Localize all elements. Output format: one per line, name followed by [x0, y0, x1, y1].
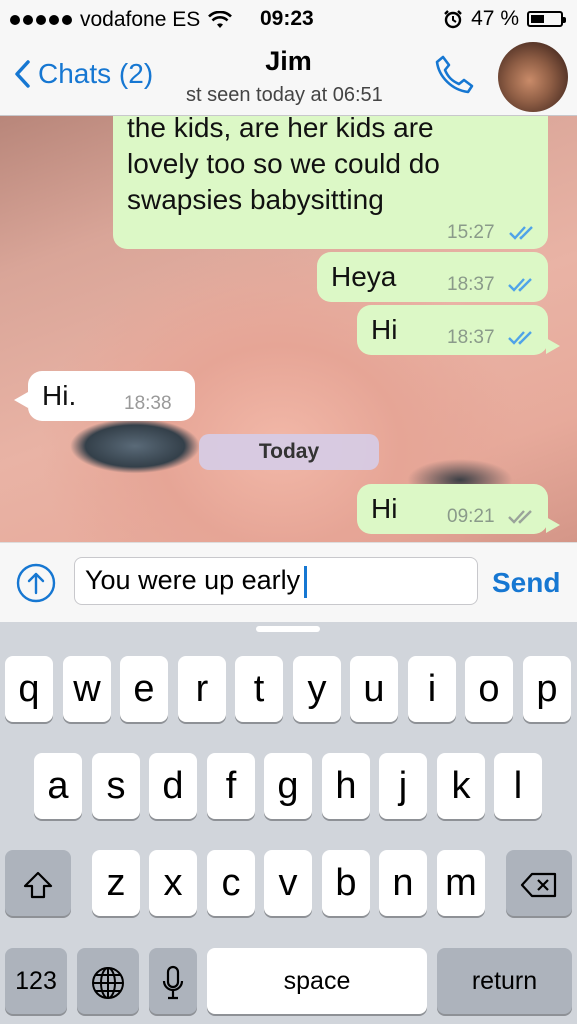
message-text-line: the kids, are her kids are — [127, 116, 434, 143]
message-time: 18:38 — [124, 393, 172, 414]
message-bubble-outgoing[interactable]: the kids, are her kids are lovely too so… — [113, 116, 548, 249]
key-l[interactable]: l — [494, 753, 542, 819]
key-z[interactable]: z — [92, 850, 140, 916]
battery-icon — [527, 11, 566, 27]
key-t[interactable]: t — [235, 656, 283, 722]
globe-key[interactable] — [77, 948, 139, 1014]
message-text: Hi — [371, 493, 398, 524]
day-separator: Today — [199, 434, 379, 470]
message-text-line: swapsies babysitting — [127, 184, 384, 215]
signal-strength-icon — [10, 15, 72, 25]
message-time: 18:37 — [447, 327, 495, 348]
read-receipt-icon — [508, 278, 532, 292]
delete-key[interactable] — [506, 850, 572, 916]
key-j[interactable]: j — [379, 753, 427, 819]
key-c[interactable]: c — [207, 850, 255, 916]
message-bubble-incoming[interactable]: Hi. 18:38 — [28, 371, 195, 421]
bubble-tail — [546, 517, 560, 533]
keyboard: q w e r t y u i o p a s d f g h j k l z … — [0, 622, 577, 1024]
key-x[interactable]: x — [149, 850, 197, 916]
message-input[interactable]: You were up early — [74, 557, 478, 605]
key-f[interactable]: f — [207, 753, 255, 819]
message-time: 15:27 — [447, 222, 495, 243]
message-time: 09:21 — [447, 506, 495, 527]
message-text: Hi — [371, 314, 398, 345]
chat-header: Chats (2) Jim st seen today at 06:51 — [0, 36, 577, 116]
send-button[interactable]: Send — [492, 567, 560, 599]
numbers-key[interactable]: 123 — [5, 948, 67, 1014]
read-receipt-icon — [509, 226, 533, 240]
key-b[interactable]: b — [322, 850, 370, 916]
key-k[interactable]: k — [437, 753, 485, 819]
contact-name[interactable]: Jim — [0, 46, 577, 77]
globe-icon — [92, 966, 124, 999]
key-g[interactable]: g — [264, 753, 312, 819]
keyboard-drag-handle[interactable] — [256, 626, 320, 632]
message-input-value: You were up early — [85, 565, 301, 595]
key-q[interactable]: q — [5, 656, 53, 722]
key-a[interactable]: a — [34, 753, 82, 819]
microphone-icon — [162, 965, 184, 1000]
read-receipt-icon — [508, 331, 532, 345]
key-u[interactable]: u — [350, 656, 398, 722]
carrier-name: vodafone ES — [80, 8, 201, 31]
key-i[interactable]: i — [408, 656, 456, 722]
status-bar: vodafone ES 09:23 47 % — [0, 0, 577, 36]
delivered-receipt-icon — [508, 510, 532, 524]
wifi-icon — [208, 11, 233, 28]
key-p[interactable]: p — [523, 656, 571, 722]
message-composer: You were up early Send — [0, 542, 577, 622]
message-text-line: lovely too so we could do — [127, 148, 440, 179]
key-e[interactable]: e — [120, 656, 168, 722]
key-o[interactable]: o — [465, 656, 513, 722]
bubble-tail — [546, 338, 560, 354]
alarm-icon — [444, 10, 462, 29]
message-text: Heya — [331, 261, 397, 292]
message-bubble-outgoing[interactable]: Hi 18:37 — [357, 305, 548, 355]
status-time: 09:23 — [260, 7, 314, 30]
key-w[interactable]: w — [63, 656, 111, 722]
shift-icon — [23, 871, 53, 899]
space-key[interactable]: space — [207, 948, 427, 1014]
battery-percent: 47 % — [471, 7, 519, 30]
call-icon[interactable] — [432, 52, 476, 96]
key-y[interactable]: y — [293, 656, 341, 722]
message-time: 18:37 — [447, 274, 495, 295]
key-s[interactable]: s — [92, 753, 140, 819]
message-bubble-outgoing[interactable]: Heya 18:37 — [317, 252, 548, 302]
return-key[interactable]: return — [437, 948, 572, 1014]
message-bubble-outgoing[interactable]: Hi 09:21 — [357, 484, 548, 534]
key-m[interactable]: m — [437, 850, 485, 916]
attach-icon[interactable] — [16, 563, 56, 603]
text-caret — [304, 565, 308, 598]
key-h[interactable]: h — [322, 753, 370, 819]
bubble-tail — [14, 392, 28, 408]
backspace-icon — [520, 872, 557, 898]
message-text: Hi. — [42, 380, 77, 411]
key-v[interactable]: v — [264, 850, 312, 916]
dictation-key[interactable] — [149, 948, 197, 1014]
shift-key[interactable] — [5, 850, 71, 916]
message-list[interactable]: the kids, are her kids are lovely too so… — [0, 116, 577, 542]
last-seen: st seen today at 06:51 — [186, 84, 383, 106]
key-n[interactable]: n — [379, 850, 427, 916]
key-d[interactable]: d — [149, 753, 197, 819]
contact-avatar[interactable] — [498, 42, 568, 112]
key-r[interactable]: r — [178, 656, 226, 722]
